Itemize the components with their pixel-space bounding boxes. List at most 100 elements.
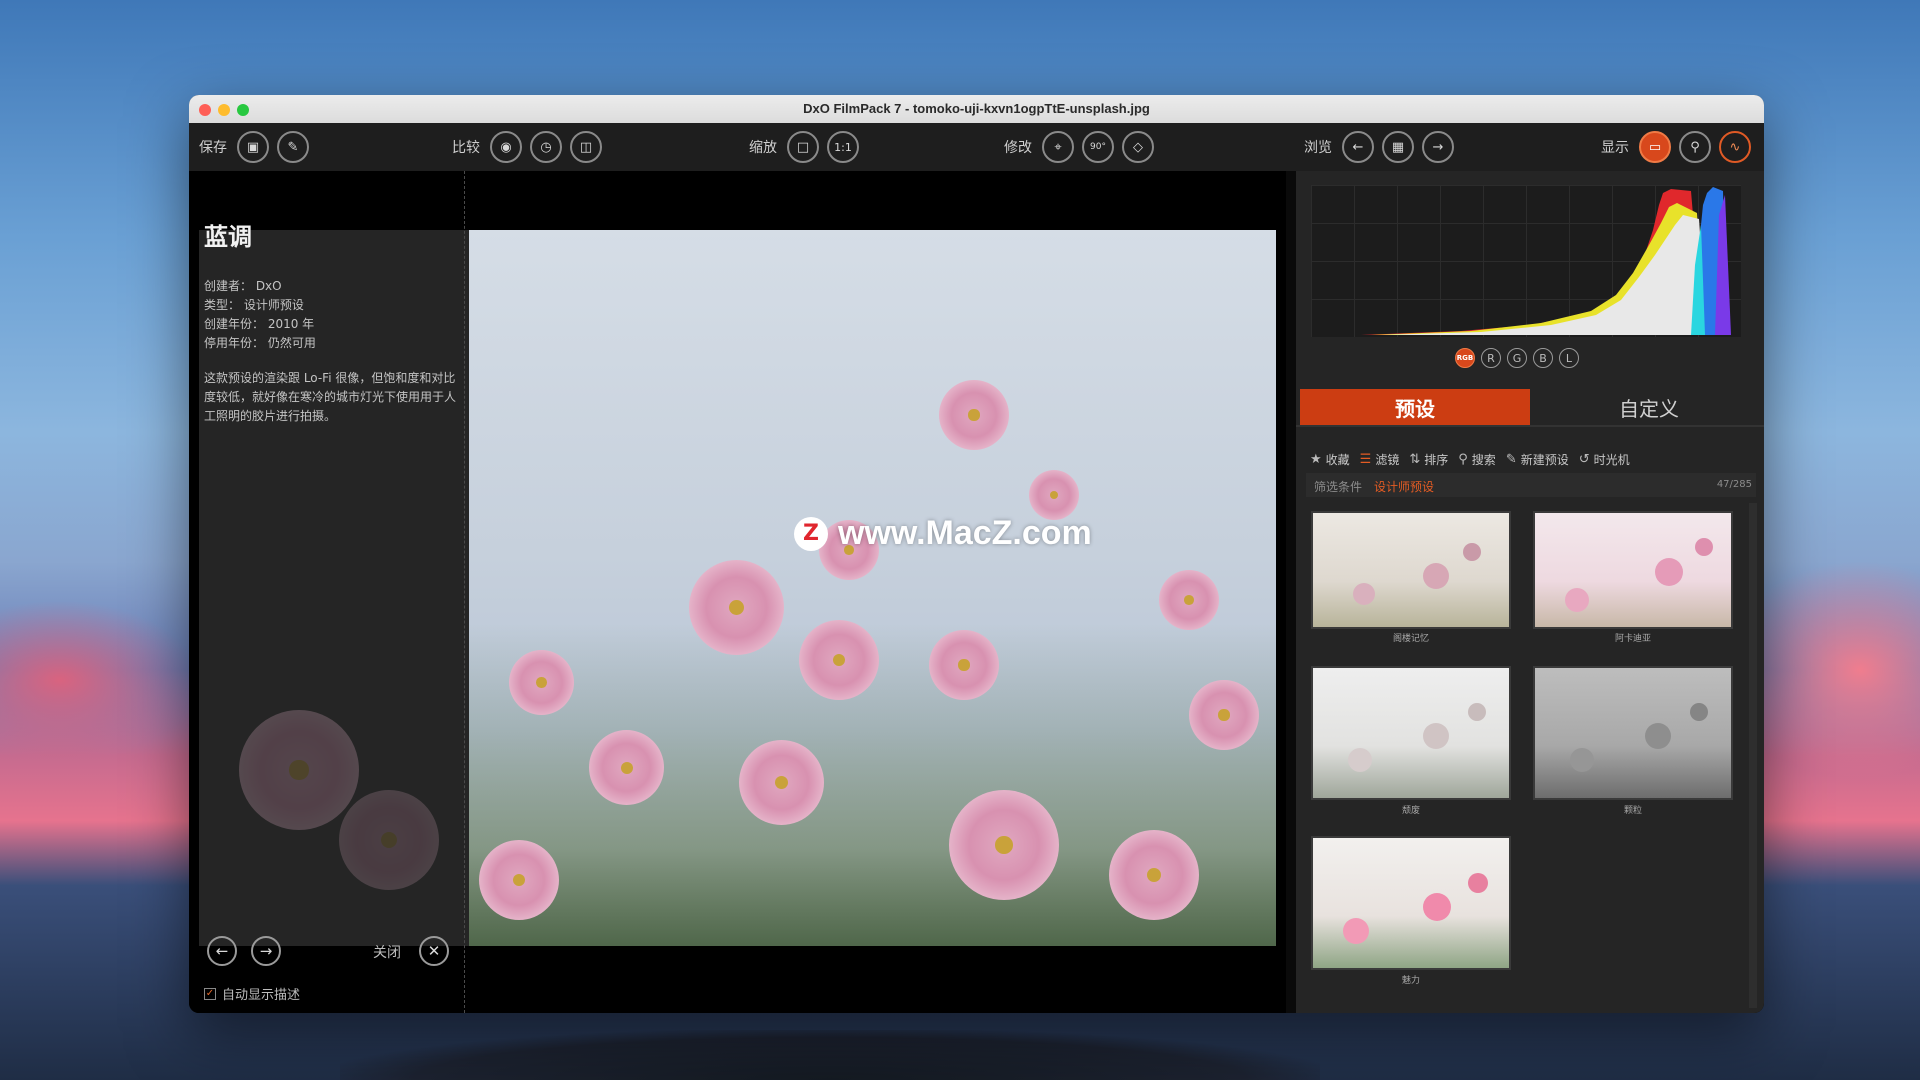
preset-title: 蓝调: [204, 223, 252, 251]
preset-thumbnail[interactable]: [1311, 836, 1511, 970]
action-favorites-label: 收藏: [1325, 453, 1350, 467]
display-histogram-button[interactable]: ∿: [1719, 131, 1751, 163]
preset-type: 类型： 设计师预设: [204, 298, 304, 312]
export-edit-icon: ✎: [287, 139, 299, 155]
crop-button[interactable]: ⌖: [1042, 131, 1074, 163]
zoom-1to1-button[interactable]: 1:1: [827, 131, 859, 163]
description-next-button[interactable]: →: [251, 936, 281, 966]
action-sort[interactable]: ⇅ 排序: [1409, 451, 1448, 468]
export-edit-button[interactable]: ✎: [277, 131, 309, 163]
channel-l-button[interactable]: L: [1559, 348, 1579, 368]
preset-meta: 创建者： DxO 类型： 设计师预设 创建年份： 2010 年 停用年份： 仍然…: [204, 277, 316, 353]
monitor-icon: ▭: [1648, 139, 1662, 155]
action-new-preset[interactable]: ✎ 新建预设: [1506, 451, 1569, 468]
star-icon: ★: [1310, 452, 1322, 467]
channel-g-button[interactable]: G: [1507, 348, 1527, 368]
auto-show-option[interactable]: ✓ 自动显示描述: [204, 984, 300, 1003]
compare-eye-button[interactable]: ◉: [490, 131, 522, 163]
preset-thumbnail[interactable]: [1311, 666, 1511, 800]
save-group: 保存 ▣ ✎: [199, 129, 309, 165]
tab-custom[interactable]: 自定义: [1534, 389, 1764, 425]
action-time-machine[interactable]: ↺ 时光机: [1579, 451, 1630, 468]
filter-value[interactable]: 设计师预设: [1374, 478, 1434, 495]
desktop-rocks: [340, 1030, 1320, 1080]
channel-b-button[interactable]: B: [1533, 348, 1553, 368]
action-sort-label: 排序: [1424, 453, 1449, 467]
preset-list-scrollbar[interactable]: [1749, 503, 1757, 1008]
eye-icon: ◉: [500, 139, 512, 155]
histogram-plot: [1361, 187, 1731, 335]
watermark-text: www.MacZ.com: [838, 514, 1092, 552]
preset-tabs: 预设 自定义: [1296, 389, 1764, 425]
action-favorites[interactable]: ★ 收藏: [1310, 451, 1350, 468]
zoom-fit-button[interactable]: □: [787, 131, 819, 163]
browse-previous-button[interactable]: ←: [1342, 131, 1374, 163]
save-image-button[interactable]: ▣: [237, 131, 269, 163]
preview-area: 蓝调 创建者： DxO 类型： 设计师预设 创建年份： 2010 年 停用年份：…: [189, 171, 1286, 1013]
description-prev-button[interactable]: ←: [207, 936, 237, 966]
auto-show-label: 自动显示描述: [222, 988, 301, 1003]
preset-thumbnail[interactable]: [1533, 666, 1733, 800]
list-filter-icon: ☰: [1359, 452, 1372, 467]
zoom-label: 缩放: [749, 140, 777, 156]
preset-thumbnail[interactable]: [1311, 511, 1511, 629]
window-title: DxO FilmPack 7 - tomoko-uji-kxvn1ogpTtE-…: [803, 101, 1150, 116]
filter-label: 筛选条件: [1314, 480, 1363, 494]
flower: [589, 730, 664, 805]
channel-rgb-button[interactable]: RGB: [1455, 348, 1475, 368]
flower: [339, 790, 439, 890]
flower: [239, 710, 359, 830]
preset-created-year: 创建年份： 2010 年: [204, 317, 315, 331]
compare-side-by-side-button[interactable]: ◫: [570, 131, 602, 163]
browse-grid-button[interactable]: ▦: [1382, 131, 1414, 163]
action-filter[interactable]: ☰ 滤镜: [1360, 451, 1400, 468]
display-label: 显示: [1601, 140, 1629, 156]
watermark-logo: Z: [794, 516, 828, 551]
close-icon: ✕: [427, 942, 441, 960]
edit-group: 修改 ⌖ 90° ◇: [1004, 129, 1154, 165]
preset-description: 这款预设的渲染跟 Lo-Fi 很像，但饱和度和对比度较低，就好像在寒冷的城市灯光…: [204, 371, 457, 423]
compare-history-button[interactable]: ◷: [530, 131, 562, 163]
rotate-90-icon: 90°: [1090, 142, 1106, 152]
flower: [1109, 830, 1199, 920]
sort-icon: ⇅: [1409, 452, 1421, 467]
zoom-fit-icon: □: [796, 139, 810, 155]
preset-count: 47/285: [1716, 479, 1752, 490]
display-monitor-button[interactable]: ▭: [1639, 131, 1671, 163]
preset-thumbnail-label: 颗粒: [1623, 806, 1642, 816]
flower: [1159, 570, 1219, 630]
action-search[interactable]: ⚲ 搜索: [1458, 451, 1496, 468]
arrow-left-icon: ←: [215, 942, 229, 960]
preset-thumbnail[interactable]: [1533, 511, 1733, 629]
flower: [479, 840, 559, 920]
auto-show-checkbox[interactable]: ✓: [204, 987, 216, 1000]
main-content: 蓝调 创建者： DxO 类型： 设计师预设 创建年份： 2010 年 停用年份：…: [189, 171, 1764, 1013]
arrow-right-icon: →: [1432, 139, 1444, 155]
histogram-icon: ∿: [1729, 139, 1741, 155]
description-close-label[interactable]: 关闭: [373, 942, 401, 962]
time-machine-icon: ↺: [1578, 452, 1590, 467]
browse-next-button[interactable]: →: [1422, 131, 1454, 163]
watermark: Z www.MacZ.com: [794, 514, 1092, 553]
preset-thumbnail-label: 颓废: [1401, 806, 1420, 816]
rotate-button[interactable]: 90°: [1082, 131, 1114, 163]
zoom-1to1-text: 1:1: [834, 140, 852, 154]
zoom-group: 缩放 □ 1:1: [749, 129, 859, 165]
straighten-button[interactable]: ◇: [1122, 131, 1154, 163]
tab-presets[interactable]: 预设: [1300, 389, 1530, 425]
arrow-right-icon: →: [259, 942, 273, 960]
compare-group: 比较 ◉ ◷ ◫: [452, 129, 602, 165]
histogram: [1311, 185, 1741, 337]
toolbar: 保存 ▣ ✎ 比较 ◉ ◷ ◫ 缩放 □ 1:1 修改 ⌖ 90° ◇ 浏览 ←…: [189, 123, 1764, 171]
preset-thumbnail-label: 阿卡迪亚: [1614, 634, 1651, 644]
panel-divider[interactable]: [464, 171, 467, 1013]
description-close-button[interactable]: ✕: [419, 936, 449, 966]
flower: [1029, 470, 1079, 520]
action-filter-label: 滤镜: [1375, 453, 1400, 467]
channel-r-button[interactable]: R: [1481, 348, 1501, 368]
action-new-preset-label: 新建预设: [1520, 453, 1569, 467]
flower: [799, 620, 879, 700]
display-loupe-button[interactable]: ⚲: [1679, 131, 1711, 163]
flower: [929, 630, 999, 700]
tab-divider: [1296, 425, 1764, 427]
